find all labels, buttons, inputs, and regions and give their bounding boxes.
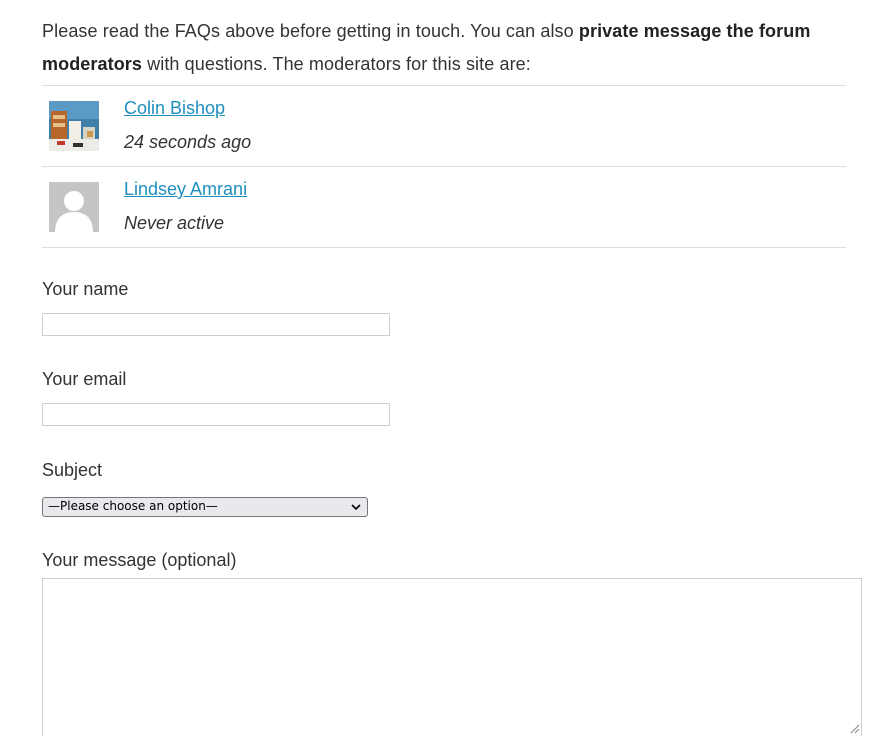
email-input[interactable] xyxy=(42,403,390,426)
chevron-down-icon xyxy=(351,504,361,511)
moderator-item: Colin Bishop 24 seconds ago xyxy=(42,86,846,167)
moderator-avatar-default[interactable] xyxy=(49,182,99,232)
intro-text-before: Please read the FAQs above before gettin… xyxy=(42,21,579,41)
default-person-icon xyxy=(49,182,99,232)
contact-page: Please read the FAQs above before gettin… xyxy=(0,0,888,736)
moderator-name-link[interactable]: Colin Bishop xyxy=(124,98,225,119)
moderator-list: Colin Bishop 24 seconds ago Lindsey Amra… xyxy=(42,85,846,248)
email-label: Your email xyxy=(42,369,127,389)
subject-select[interactable]: —Please choose an option— xyxy=(42,497,368,517)
moderator-last-active: 24 seconds ago xyxy=(124,132,252,152)
name-input[interactable] xyxy=(42,313,390,336)
moderator-item: Lindsey Amrani Never active xyxy=(42,167,846,248)
moderator-avatar-photo[interactable] xyxy=(49,101,99,151)
moderator-last-active: Never active xyxy=(124,213,225,233)
intro-paragraph: Please read the FAQs above before gettin… xyxy=(42,15,842,81)
intro-text-after: with questions. The moderators for this … xyxy=(142,54,531,74)
message-label: Your message (optional) xyxy=(42,550,237,570)
avatar-photo-image xyxy=(49,101,99,151)
moderator-name-link[interactable]: Lindsey Amrani xyxy=(124,179,247,200)
subject-selected-value: —Please choose an option— xyxy=(48,499,218,513)
resize-grip-icon[interactable] xyxy=(848,722,860,734)
message-textarea[interactable] xyxy=(42,578,862,736)
subject-label: Subject xyxy=(42,460,103,480)
name-label: Your name xyxy=(42,279,129,299)
